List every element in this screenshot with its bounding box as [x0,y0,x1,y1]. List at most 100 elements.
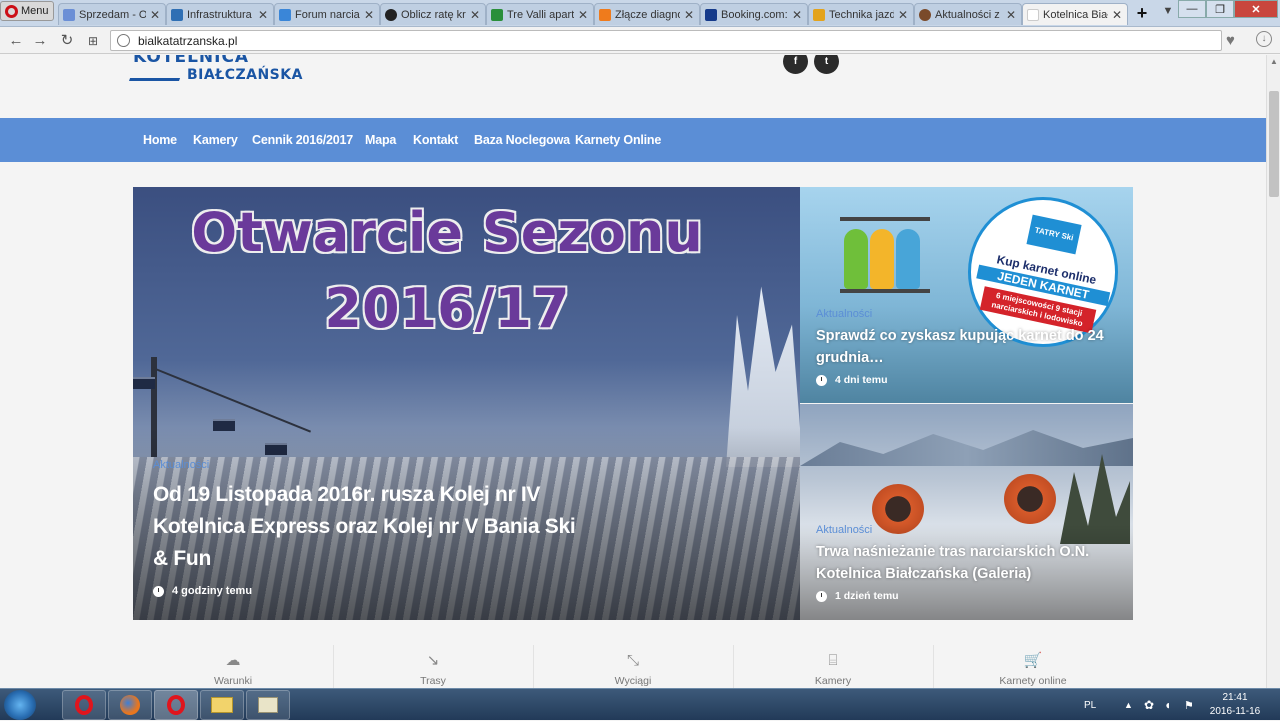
tab-title: Forum narciars [295,8,360,21]
post-category[interactable]: Aktualności [816,308,872,320]
tab-close-icon[interactable]: ✕ [1111,8,1123,22]
taskbar-app[interactable] [246,690,290,720]
facebook-icon[interactable]: f [783,55,808,74]
tab-title: Infrastruktura [187,8,252,21]
browser-tab[interactable]: Sprzedam - O ✕ [58,3,166,25]
tab-close-icon[interactable]: ✕ [149,8,161,22]
taskbar-firefox[interactable] [108,690,152,720]
bookmark-heart-icon[interactable]: ♥ [1226,32,1235,49]
system-clock[interactable]: 21:41 2016-11-16 [1200,691,1270,719]
nav-karnety-online[interactable]: Karnety Online [575,118,661,162]
cart-icon: 🛒 [1023,652,1043,669]
opera-menu-button[interactable]: Menu [0,1,54,21]
url-text: bialkatatrzanska.pl [138,33,238,48]
tab-favicon-icon [705,8,717,21]
lift-chair-image [133,377,155,389]
tab-close-icon[interactable]: ✕ [791,8,803,22]
post-title[interactable]: Sprawdź co zyskasz kupując karnet do 24 … [816,325,1116,369]
quick-link-label: Warunki [213,675,253,687]
volume-icon[interactable]: ◖ [1164,689,1171,721]
quick-link-label: Wyciągi [614,675,652,687]
trend-down-icon: ↘ [426,652,440,669]
browser-tab[interactable]: Forum narciars ✕ [274,3,380,25]
nav-baza-noclegowa[interactable]: Baza Noclegowa [474,118,570,162]
nav-kontakt[interactable]: Kontakt [413,118,458,162]
main-navigation: Home Kamery Cennik 2016/2017 Mapa Kontak… [0,118,1266,162]
clock-icon [816,374,827,386]
nav-kamery[interactable]: Kamery [193,118,238,162]
scrollbar-thumb[interactable] [1269,91,1279,197]
close-window-button[interactable]: ✕ [1234,0,1278,18]
forward-button[interactable]: → [30,31,50,51]
flag-icon[interactable]: ⚑ [1184,689,1194,721]
side-post[interactable]: TATRY Ski Kup karnet online JEDEN KARNET… [800,187,1133,403]
page-scrollbar[interactable]: ▲ [1266,55,1280,688]
quick-link-kamery[interactable]: ⌸ Kamery [733,645,934,688]
clock-icon [153,585,164,597]
window-controls: — ❐ ✕ [1178,0,1278,20]
download-icon[interactable]: ↓ [1256,31,1272,47]
logo-bottom-text: BIAŁCZAŃSKA [187,67,303,83]
post-title[interactable]: Od 19 Listopada 2016r. rusza Kolej nr IV… [153,479,583,575]
firefox-icon [120,695,140,715]
browser-tab[interactable]: Złącze diagnos ✕ [594,3,700,25]
kids-on-chairlift-image [840,217,930,297]
twitter-icon[interactable]: t [814,55,839,74]
windows-taskbar: PL ▲ ✿ ◖ ⚑ 21:41 2016-11-16 [0,688,1280,720]
tab-close-icon[interactable]: ✕ [1005,8,1017,22]
start-button[interactable] [4,690,36,720]
taskbar-opera[interactable] [62,690,106,720]
tab-close-icon[interactable]: ✕ [577,8,589,22]
browser-tab[interactable]: Tre Valli apartm ✕ [486,3,594,25]
show-hidden-icons[interactable]: ▲ [1124,689,1133,721]
tab-title: Sprzedam - O [79,8,146,21]
side-post[interactable]: Aktualności Trwa naśnieżanie tras narcia… [800,404,1133,620]
post-category[interactable]: Aktualności [816,524,872,536]
site-info-globe-icon[interactable] [117,34,130,47]
tab-close-icon[interactable]: ✕ [257,8,269,22]
nav-home[interactable]: Home [143,118,177,162]
taskbar-opera-active[interactable] [154,690,198,720]
tab-favicon-icon [491,8,503,21]
address-bar-row: ← → ↻ ⊞ bialkatatrzanska.pl ♥ ↓ [0,27,1280,54]
language-indicator[interactable]: PL [1084,689,1096,721]
tab-favicon-icon [385,8,397,21]
featured-post[interactable]: Otwarcie Sezonu 2016/17 Aktualności Od 1… [133,187,800,620]
tab-close-icon[interactable]: ✕ [363,8,375,22]
quick-link-wyciagi[interactable]: ⤡ Wyciągi [533,645,734,688]
taskbar-explorer[interactable] [200,690,244,720]
site-logo[interactable]: KOTELNICA BIAŁCZAŃSKA [128,55,302,85]
back-button[interactable]: ← [6,31,26,51]
reload-button[interactable]: ↻ [57,31,77,51]
browser-tab-active[interactable]: Kotelnica Białc ✕ [1022,3,1128,25]
quick-link-trasy[interactable]: ↘ Trasy [333,645,534,688]
tab-close-icon[interactable]: ✕ [469,8,481,22]
tab-menu-icon[interactable]: ▼ [1160,5,1176,21]
browser-tab[interactable]: Technika jazdy ✕ [808,3,914,25]
browser-tab[interactable]: Aktualności z K ✕ [914,3,1022,25]
browser-tab[interactable]: Oblicz ratę kred ✕ [380,3,486,25]
tab-title: Tre Valli apartm [507,8,574,21]
post-title[interactable]: Trwa naśnieżanie tras narciarskich O.N. … [816,541,1116,585]
new-tab-button[interactable]: + [1132,4,1152,24]
tab-close-icon[interactable]: ✕ [897,8,909,22]
nav-cennik[interactable]: Cennik 2016/2017 [252,118,353,162]
post-time: 4 godziny temu [153,585,252,597]
post-time-text: 4 dni temu [835,374,888,386]
minimize-button[interactable]: — [1178,0,1206,18]
browser-tab[interactable]: Infrastruktura ✕ [166,3,274,25]
tab-close-icon[interactable]: ✕ [683,8,695,22]
speed-dial-grid-icon[interactable]: ⊞ [83,31,103,51]
scroll-up-icon[interactable]: ▲ [1267,55,1280,69]
network-icon[interactable]: ✿ [1144,689,1154,721]
browser-tab[interactable]: Booking.com: ✕ [700,3,808,25]
quick-link-warunki[interactable]: ☁ Warunki [133,645,334,688]
post-time: 4 dni temu [816,374,888,386]
post-time: 1 dzień temu [816,590,899,602]
nav-mapa[interactable]: Mapa [365,118,396,162]
post-category[interactable]: Aktualności [153,459,209,471]
hero-image-text-line: 2016/17 [324,277,570,340]
maximize-button[interactable]: ❐ [1206,0,1234,18]
url-field[interactable]: bialkatatrzanska.pl [110,30,1222,51]
quick-link-karnety[interactable]: 🛒 Karnety online [933,645,1133,688]
